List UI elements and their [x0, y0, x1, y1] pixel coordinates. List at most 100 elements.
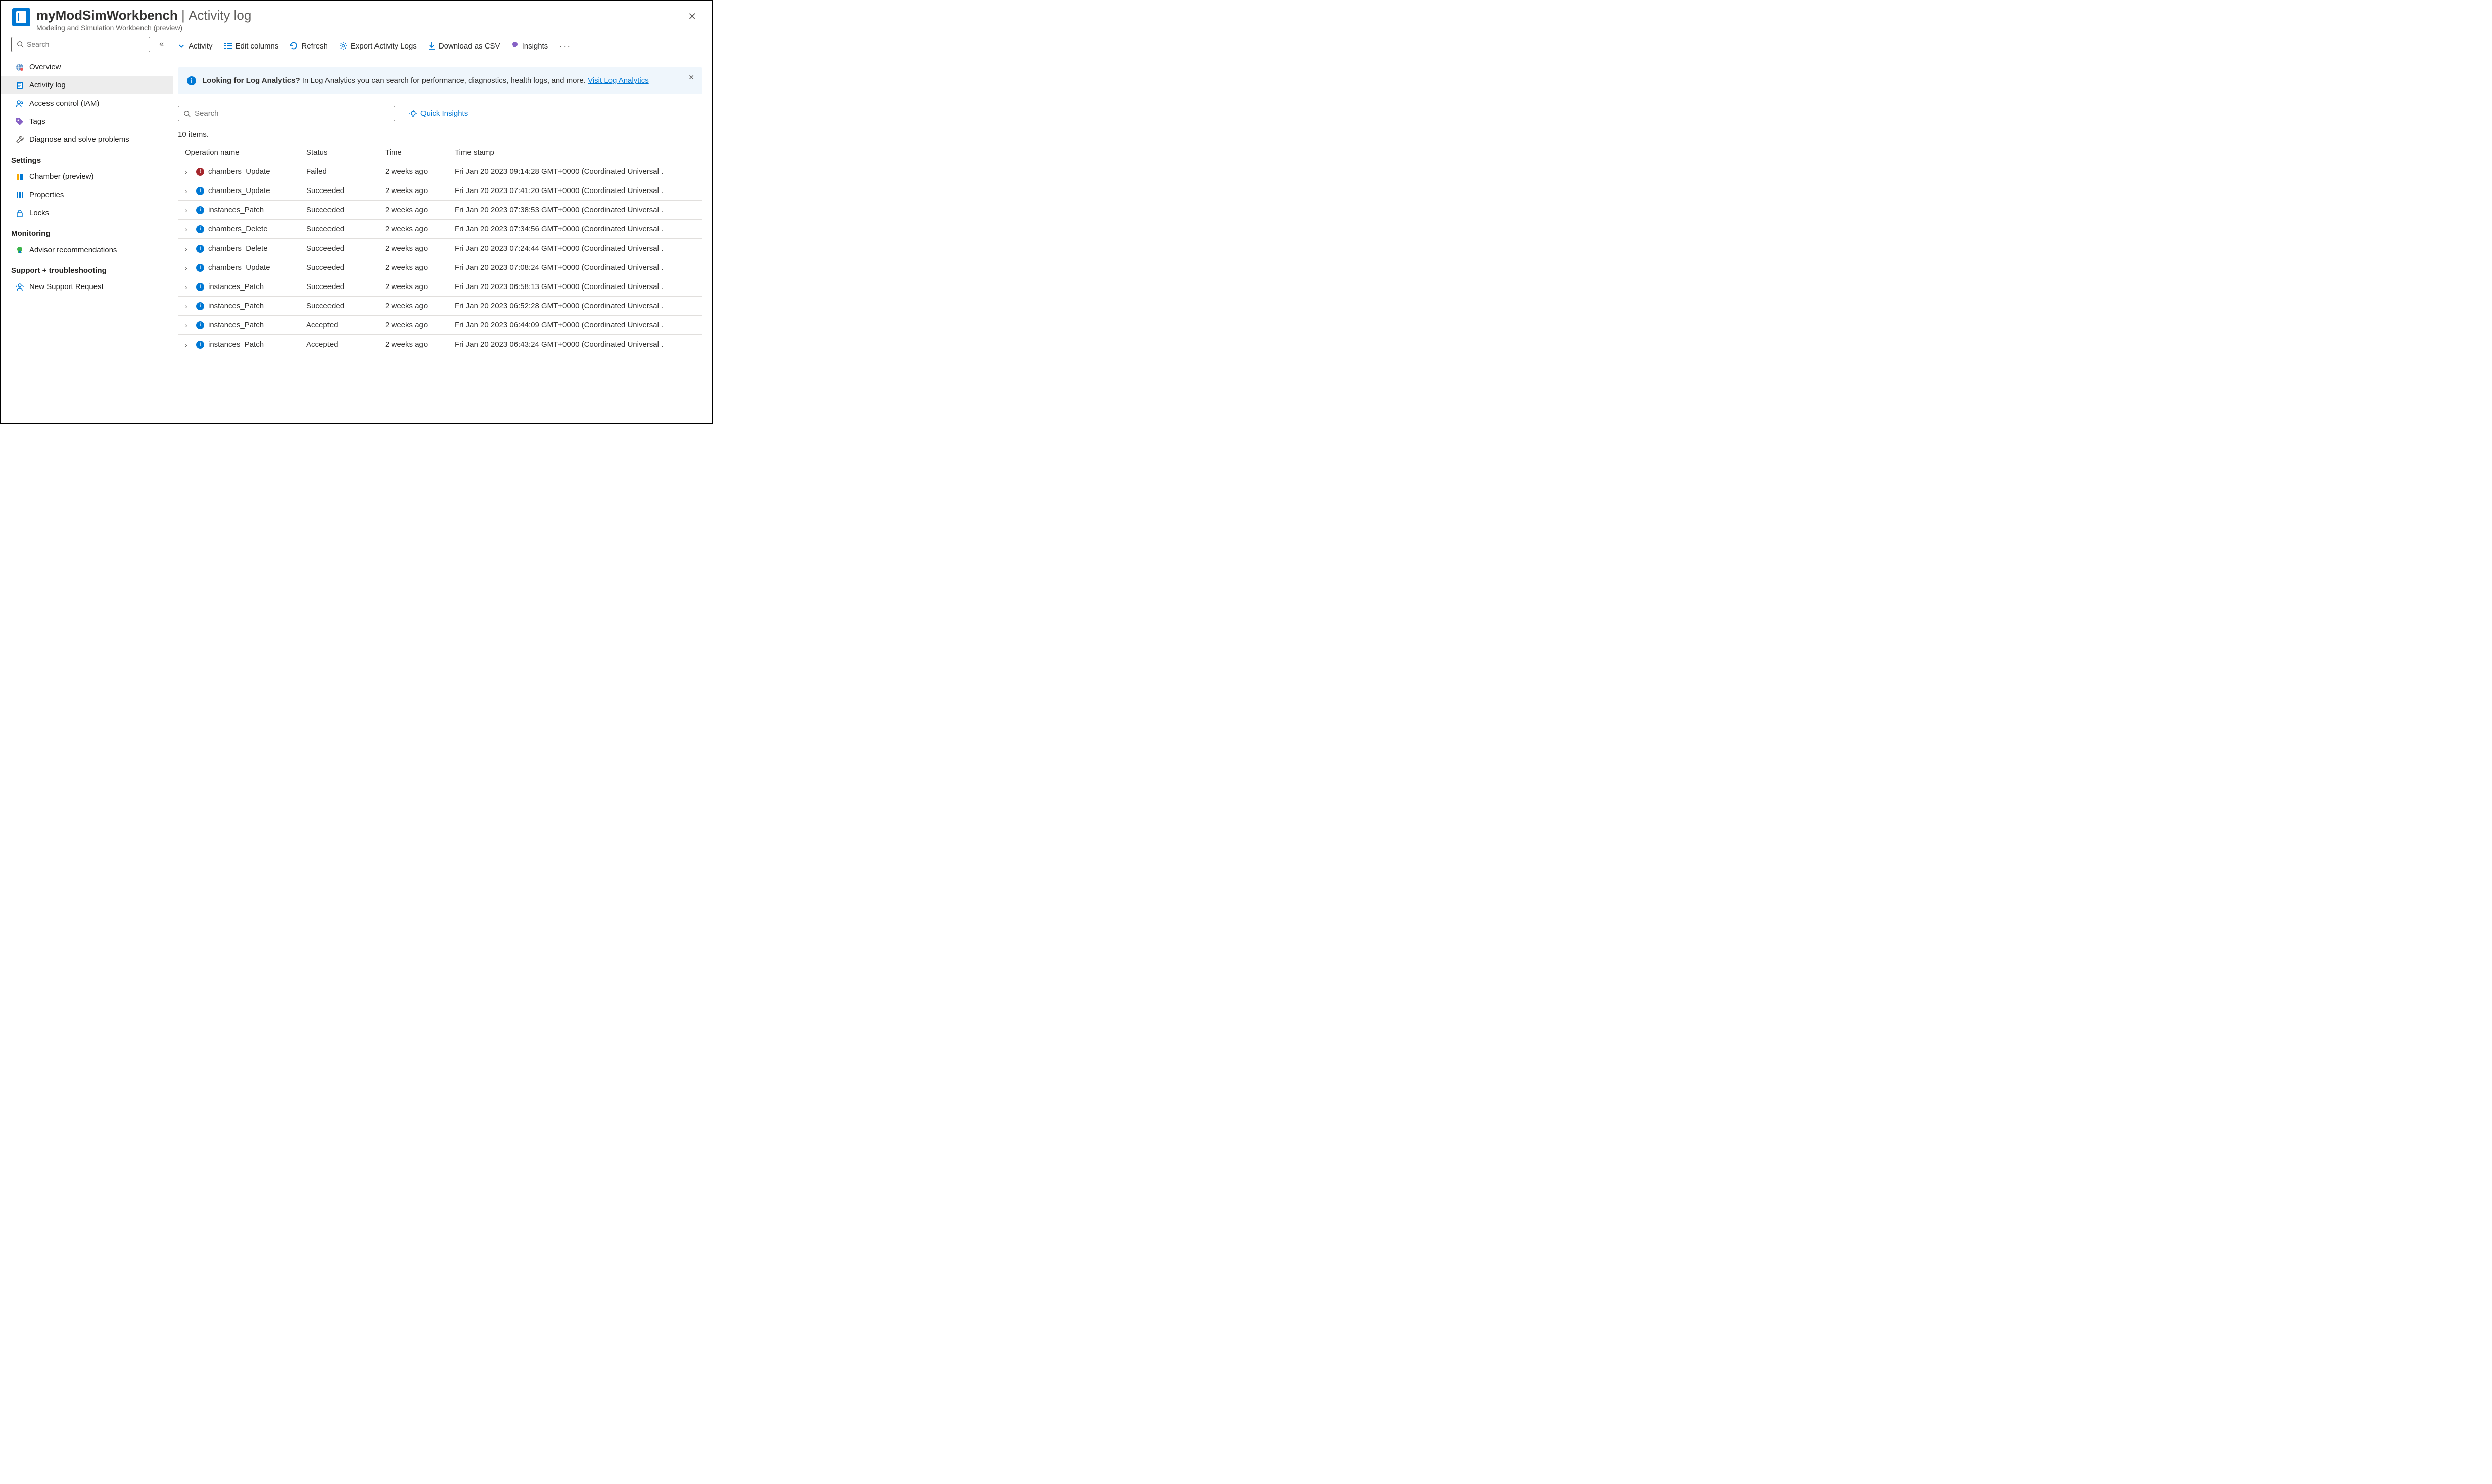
toolbar-label: Activity: [189, 42, 213, 51]
col-operation-header[interactable]: Operation name: [185, 148, 306, 157]
table-row[interactable]: ›!chambers_UpdateFailed2 weeks agoFri Ja…: [178, 162, 702, 181]
status-cell: Accepted: [306, 321, 385, 329]
sidebar-item-activity-log[interactable]: Activity log: [1, 76, 173, 94]
table-row[interactable]: ›iinstances_PatchSucceeded2 weeks agoFri…: [178, 296, 702, 315]
status-icon: i: [196, 225, 204, 233]
refresh-button[interactable]: Refresh: [290, 42, 328, 51]
expand-row-icon[interactable]: ›: [185, 283, 196, 291]
info-icon: i: [187, 76, 196, 85]
status-icon: i: [196, 187, 204, 195]
edit-columns-button[interactable]: Edit columns: [224, 42, 279, 51]
sidebar-item-label: Activity log: [29, 81, 66, 89]
main-content: Activity Edit columns Refresh Export Act…: [173, 37, 712, 419]
visit-log-analytics-link[interactable]: Visit Log Analytics: [588, 76, 649, 85]
blade-header: myModSimWorkbench | Activity log Modelin…: [1, 1, 712, 37]
col-status-header[interactable]: Status: [306, 148, 385, 157]
table-row[interactable]: ›ichambers_DeleteSucceeded2 weeks agoFri…: [178, 219, 702, 238]
sidebar-item-tags[interactable]: Tags: [1, 113, 173, 131]
banner-close-button[interactable]: ✕: [688, 73, 694, 82]
sidebar-search[interactable]: [11, 37, 150, 52]
expand-row-icon[interactable]: ›: [185, 245, 196, 253]
table-row[interactable]: ›iinstances_PatchAccepted2 weeks agoFri …: [178, 315, 702, 334]
table-row[interactable]: ›ichambers_UpdateSucceeded2 weeks agoFri…: [178, 181, 702, 200]
status-icon: i: [196, 341, 204, 349]
table-row[interactable]: ›ichambers_UpdateSucceeded2 weeks agoFri…: [178, 258, 702, 277]
sidebar-item-label: Chamber (preview): [29, 172, 94, 181]
quick-insights-label: Quick Insights: [420, 109, 468, 118]
table-row[interactable]: ›iinstances_PatchAccepted2 weeks agoFri …: [178, 334, 702, 354]
operation-name: chambers_Delete: [208, 225, 268, 233]
toolbar-label: Export Activity Logs: [351, 42, 417, 51]
expand-row-icon[interactable]: ›: [185, 302, 196, 310]
quick-insights-button[interactable]: Quick Insights: [409, 109, 468, 118]
insights-button[interactable]: Insights: [511, 42, 548, 51]
logs-search[interactable]: [178, 106, 395, 121]
table-row[interactable]: ›iinstances_PatchSucceeded2 weeks agoFri…: [178, 277, 702, 296]
lock-icon: [15, 209, 24, 218]
sidebar-item-label: New Support Request: [29, 282, 104, 291]
expand-row-icon[interactable]: ›: [185, 206, 196, 214]
advisor-icon: [15, 246, 24, 255]
col-time-header[interactable]: Time: [385, 148, 455, 157]
status-icon: i: [196, 206, 204, 214]
close-button[interactable]: ✕: [684, 8, 700, 25]
banner-body: In Log Analytics you can search for perf…: [302, 76, 586, 85]
logs-search-input[interactable]: [195, 109, 390, 118]
expand-row-icon[interactable]: ›: [185, 225, 196, 233]
operation-name: chambers_Update: [208, 167, 270, 176]
table-row[interactable]: ›iinstances_PatchSucceeded2 weeks agoFri…: [178, 200, 702, 219]
expand-row-icon[interactable]: ›: [185, 264, 196, 272]
status-cell: Succeeded: [306, 186, 385, 195]
resource-icon: [12, 8, 30, 26]
toolbar-label: Insights: [522, 42, 548, 51]
operation-name: instances_Patch: [208, 302, 264, 310]
page-title: myModSimWorkbench | Activity log: [36, 8, 684, 23]
support-icon: [15, 282, 24, 292]
operation-name: instances_Patch: [208, 340, 264, 349]
sidebar: « Overview Activity log Access control (IA…: [1, 37, 173, 419]
sidebar-item-advisor[interactable]: Advisor recommendations: [1, 241, 173, 259]
toolbar-more-button[interactable]: ···: [559, 41, 571, 52]
table-row[interactable]: ›ichambers_DeleteSucceeded2 weeks agoFri…: [178, 238, 702, 258]
search-icon: [183, 110, 191, 117]
download-csv-button[interactable]: Download as CSV: [428, 42, 500, 51]
resource-type-subtitle: Modeling and Simulation Workbench (previ…: [36, 24, 684, 32]
timestamp-cell: Fri Jan 20 2023 07:08:24 GMT+0000 (Coord…: [455, 263, 702, 272]
col-timestamp-header[interactable]: Time stamp: [455, 148, 702, 157]
sidebar-item-label: Access control (IAM): [29, 99, 99, 108]
title-separator: |: [181, 8, 185, 23]
search-icon: [17, 41, 24, 48]
activity-filter-button[interactable]: Activity: [178, 42, 213, 51]
activity-log-table: Operation name Status Time Time stamp ›!…: [178, 144, 702, 354]
sidebar-search-input[interactable]: [27, 40, 145, 49]
time-cell: 2 weeks ago: [385, 321, 455, 329]
sidebar-item-diagnose[interactable]: Diagnose and solve problems: [1, 131, 173, 149]
sidebar-item-properties[interactable]: Properties: [1, 186, 173, 204]
expand-row-icon[interactable]: ›: [185, 168, 196, 176]
toolbar-label: Download as CSV: [439, 42, 500, 51]
time-cell: 2 weeks ago: [385, 302, 455, 310]
timestamp-cell: Fri Jan 20 2023 09:14:28 GMT+0000 (Coord…: [455, 167, 702, 176]
operation-name: instances_Patch: [208, 206, 264, 214]
collapse-sidebar-button[interactable]: «: [159, 40, 164, 49]
status-icon: i: [196, 245, 204, 253]
toolbar-label: Edit columns: [236, 42, 279, 51]
expand-row-icon[interactable]: ›: [185, 321, 196, 329]
export-logs-button[interactable]: Export Activity Logs: [339, 42, 417, 51]
expand-row-icon[interactable]: ›: [185, 341, 196, 349]
section-support-label: Support + troubleshooting: [11, 259, 173, 278]
sidebar-item-overview[interactable]: Overview: [1, 58, 173, 76]
status-icon: i: [196, 302, 204, 310]
sidebar-item-access-control[interactable]: Access control (IAM): [1, 94, 173, 113]
section-settings-label: Settings: [11, 149, 173, 168]
sidebar-item-locks[interactable]: Locks: [1, 204, 173, 222]
timestamp-cell: Fri Jan 20 2023 07:34:56 GMT+0000 (Coord…: [455, 225, 702, 233]
sidebar-item-chamber[interactable]: Chamber (preview): [1, 168, 173, 186]
resource-name: myModSimWorkbench: [36, 8, 178, 23]
refresh-icon: [290, 42, 298, 50]
status-icon: !: [196, 168, 204, 176]
status-cell: Succeeded: [306, 282, 385, 291]
expand-row-icon[interactable]: ›: [185, 187, 196, 195]
lightbulb-icon: [511, 42, 519, 50]
sidebar-item-support[interactable]: New Support Request: [1, 278, 173, 296]
